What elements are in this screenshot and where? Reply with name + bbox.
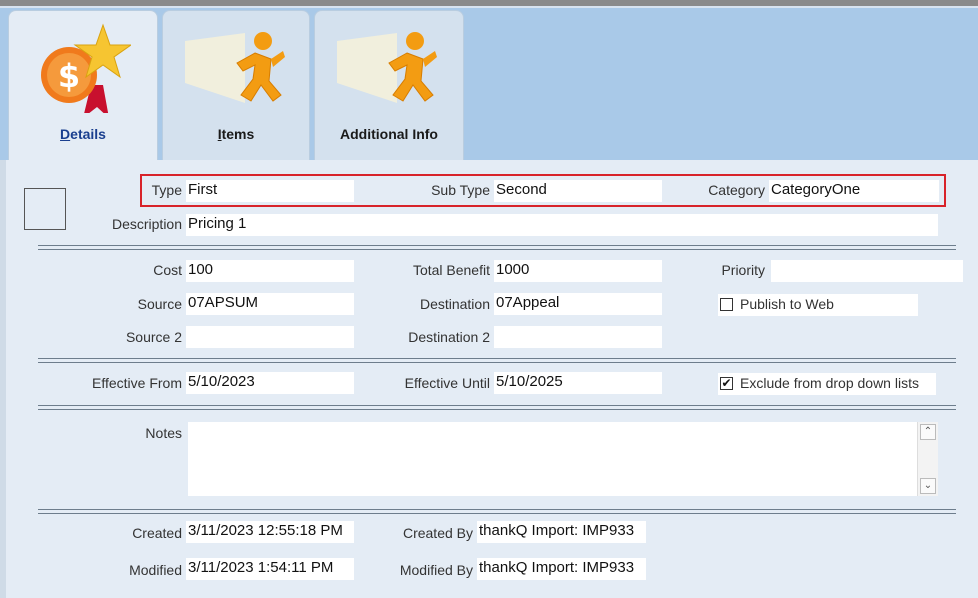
modified-label: Modified <box>129 562 182 578</box>
dollar-star-ribbon-icon: $ <box>41 23 131 113</box>
exclude-checkbox-box[interactable]: ✔ <box>720 377 733 390</box>
tab-additional-info-label: Additional Info <box>340 126 438 142</box>
tab-items[interactable]: Items <box>162 10 310 161</box>
separator-4 <box>38 509 956 514</box>
scroll-down-icon[interactable]: ⌄ <box>920 478 936 494</box>
exclude-label: Exclude from drop down lists <box>740 375 919 391</box>
publish-to-web-checkbox[interactable]: Publish to Web <box>718 294 918 316</box>
destination2-label: Destination 2 <box>408 329 490 345</box>
running-man-icon <box>337 32 437 103</box>
separator-1 <box>38 245 956 250</box>
created-by-label: Created By <box>402 525 473 541</box>
notes-scrollbar[interactable]: ⌃ ⌄ <box>917 422 938 496</box>
cost-field[interactable]: 100 <box>186 260 354 282</box>
svg-text:$: $ <box>58 57 80 95</box>
effective-until-field[interactable]: 5/10/2025 <box>494 372 662 394</box>
source2-label: Source 2 <box>125 329 182 345</box>
tab-additional-info[interactable]: Additional Info <box>314 10 464 161</box>
exclude-from-dropdown-checkbox[interactable]: ✔ Exclude from drop down lists <box>718 373 936 395</box>
effective-from-field[interactable]: 5/10/2023 <box>186 372 354 394</box>
tab-strip: $ Details Items Additional Info <box>0 8 978 163</box>
created-by-field: thankQ Import: IMP933 <box>477 521 646 543</box>
tab-details[interactable]: $ Details <box>8 10 158 163</box>
effective-from-label: Effective From <box>92 375 182 391</box>
separator-3 <box>38 405 956 410</box>
priority-label: Priority <box>721 262 765 278</box>
destination-label: Destination <box>419 296 490 312</box>
highlight-box <box>140 174 946 207</box>
modified-by-label: Modified By <box>399 562 473 578</box>
running-man-icon <box>185 32 285 103</box>
effective-until-label: Effective Until <box>404 375 490 391</box>
separator-2 <box>38 358 956 363</box>
total-benefit-label: Total Benefit <box>412 262 490 278</box>
notes-label: Notes <box>145 425 182 441</box>
publish-checkbox-box[interactable] <box>720 298 733 311</box>
created-field: 3/11/2023 12:55:18 PM <box>186 521 354 543</box>
tab-items-label: Items <box>217 126 255 142</box>
cost-label: Cost <box>153 262 182 278</box>
description-field[interactable]: Pricing 1 <box>186 214 938 236</box>
description-label: Description <box>111 216 182 232</box>
source-field[interactable]: 07APSUM <box>186 293 354 315</box>
publish-label: Publish to Web <box>740 296 834 312</box>
modified-by-field: thankQ Import: IMP933 <box>477 558 646 580</box>
tab-details-label: Details <box>60 126 106 142</box>
source2-field[interactable] <box>186 326 354 348</box>
destination2-field[interactable] <box>494 326 662 348</box>
modified-field: 3/11/2023 1:54:11 PM <box>186 558 354 580</box>
destination-field[interactable]: 07Appeal <box>494 293 662 315</box>
total-benefit-field[interactable]: 1000 <box>494 260 662 282</box>
scroll-up-icon[interactable]: ⌃ <box>920 424 936 440</box>
created-label: Created <box>132 525 182 541</box>
priority-field[interactable] <box>771 260 963 282</box>
source-label: Source <box>137 296 182 312</box>
notes-textarea[interactable]: ⌃ ⌄ <box>188 422 938 496</box>
